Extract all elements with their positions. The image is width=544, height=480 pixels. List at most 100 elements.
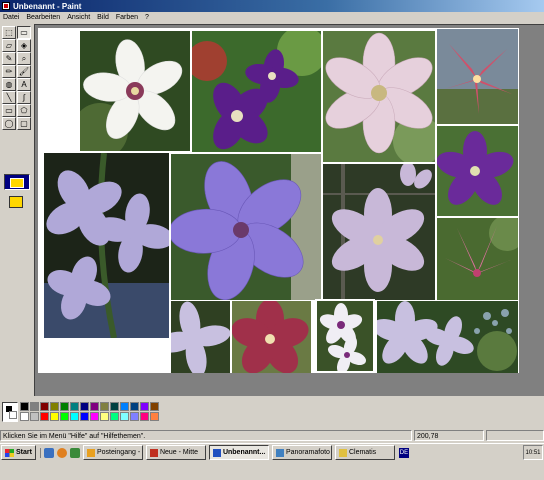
- color-swatch[interactable]: [40, 412, 49, 421]
- task-app-icon: [275, 448, 284, 457]
- task-app-icon: [149, 448, 158, 457]
- toolbox: ⬚ ▭ ▱ ◈ ✎ ⌕ ✏ 🖌 ◍ A ╲ ∫ ▭ ⬠ ◯ ▢: [0, 24, 34, 396]
- tool-pick-color-icon[interactable]: ✎: [2, 52, 16, 65]
- large-blue-clematis-image: [171, 154, 321, 300]
- photo-pale-clematis-small: [171, 301, 230, 373]
- white-clematis-image: [80, 31, 190, 151]
- color-swatch[interactable]: [140, 402, 149, 411]
- task-label: Posteingang -: [96, 449, 141, 456]
- mauve-clematis-image: [323, 164, 435, 300]
- color-swatch[interactable]: [20, 412, 29, 421]
- color-swatch[interactable]: [100, 412, 109, 421]
- color-swatch[interactable]: [30, 412, 39, 421]
- status-size-panel: [486, 430, 544, 441]
- color-swatch[interactable]: [40, 402, 49, 411]
- lavender-vine-image: [44, 153, 169, 338]
- color-swatch[interactable]: [70, 402, 79, 411]
- color-swatch[interactable]: [30, 402, 39, 411]
- language-indicator[interactable]: DE: [398, 447, 409, 458]
- color-swatch[interactable]: [150, 412, 159, 421]
- system-tray-clock[interactable]: 10:51: [523, 445, 543, 460]
- tool-text-icon[interactable]: A: [17, 78, 31, 91]
- ie-icon[interactable]: [43, 447, 54, 458]
- photo-pink-lily: [437, 29, 518, 124]
- violet-clematis-image: [437, 126, 518, 216]
- crimson-clematis-image: [232, 301, 311, 373]
- color-swatch[interactable]: [120, 412, 129, 421]
- tool-fill-icon[interactable]: ◈: [17, 39, 31, 52]
- current-colors-indicator[interactable]: [2, 402, 18, 422]
- color-swatch[interactable]: [100, 402, 109, 411]
- menu-colors[interactable]: Farben: [116, 14, 138, 21]
- tool-polygon-icon[interactable]: ⬠: [17, 104, 31, 117]
- color-swatch[interactable]: [50, 412, 59, 421]
- color-swatch[interactable]: [110, 402, 119, 411]
- color-swatch[interactable]: [60, 412, 69, 421]
- task-label: Panoramafoto: [285, 449, 330, 456]
- tool-eraser-icon[interactable]: ▱: [2, 39, 16, 52]
- color-swatch[interactable]: [80, 412, 89, 421]
- taskbar-button[interactable]: Clematis: [334, 445, 395, 460]
- background-color: [9, 411, 17, 419]
- tool-options-selected[interactable]: [4, 174, 30, 190]
- firefox-icon[interactable]: [56, 447, 67, 458]
- color-swatch[interactable]: [120, 402, 129, 411]
- color-swatch[interactable]: [90, 402, 99, 411]
- photo-mauve-clematis-fence: [323, 164, 435, 300]
- tool-free-select-icon[interactable]: ⬚: [2, 26, 16, 39]
- tool-line-icon[interactable]: ╲: [2, 91, 16, 104]
- tool-ellipse-icon[interactable]: ◯: [2, 117, 16, 130]
- photo-large-blue-clematis: [171, 154, 321, 300]
- menu-view[interactable]: Ansicht: [67, 14, 90, 21]
- tool-select-icon[interactable]: ▭: [17, 26, 31, 39]
- windows-logo-icon: [5, 448, 14, 457]
- color-swatch[interactable]: [140, 412, 149, 421]
- menu-help[interactable]: ?: [145, 14, 149, 21]
- taskbar-button[interactable]: Neue - Mitte: [145, 445, 206, 460]
- color-swatch[interactable]: [130, 402, 139, 411]
- color-swatch[interactable]: [80, 402, 89, 411]
- pale-pink-clematis-image: [323, 31, 435, 162]
- photo-purple-clematis: [192, 31, 321, 152]
- menu-file[interactable]: Datei: [3, 14, 19, 21]
- tool-rectangle-icon[interactable]: ▭: [2, 104, 16, 117]
- color-swatch[interactable]: [110, 412, 119, 421]
- color-swatch[interactable]: [70, 412, 79, 421]
- tool-options-transparent[interactable]: [4, 194, 30, 210]
- color-swatch[interactable]: [130, 412, 139, 421]
- tool-brush-icon[interactable]: 🖌: [17, 65, 31, 78]
- window-title: Unbenannt - Paint: [13, 1, 82, 11]
- drawing-canvas[interactable]: [38, 28, 519, 373]
- menu-edit[interactable]: Bearbeiten: [26, 14, 60, 21]
- tool-pencil-icon[interactable]: ✏: [2, 65, 16, 78]
- color-swatch[interactable]: [20, 402, 29, 411]
- lilac-clematis-garden-image: [377, 301, 518, 373]
- taskbar-button[interactable]: Panoramafoto: [271, 445, 332, 460]
- task-buttons: Posteingang - Neue - Mitte Unbenannt... Pan…: [80, 445, 395, 460]
- tool-airbrush-icon[interactable]: ◍: [2, 78, 16, 91]
- tool-curve-icon[interactable]: ∫: [17, 91, 31, 104]
- paint-app-icon: [2, 2, 10, 10]
- white-purple-clematis-pair-image: [317, 301, 373, 371]
- menu-image[interactable]: Bild: [97, 14, 109, 21]
- start-label: Start: [16, 449, 32, 456]
- color-swatch[interactable]: [90, 412, 99, 421]
- color-swatches: [20, 402, 159, 421]
- taskbar-button[interactable]: Unbenannt...: [208, 445, 269, 460]
- title-bar: Unbenannt - Paint: [0, 0, 544, 12]
- color-swatch[interactable]: [50, 402, 59, 411]
- photo-lilac-clematis-garden: [377, 301, 518, 373]
- task-app-icon: [212, 448, 221, 457]
- taskbar: Start Posteingang - Neue - Mitte Unbenannt…: [0, 443, 544, 461]
- task-app-icon: [338, 448, 347, 457]
- canvas-scroll-area[interactable]: [34, 24, 544, 396]
- desktop-icon[interactable]: [69, 447, 80, 458]
- pale-clematis-small-image: [171, 301, 230, 373]
- color-swatch[interactable]: [60, 402, 69, 411]
- taskbar-button[interactable]: Posteingang -: [82, 445, 143, 460]
- color-swatch[interactable]: [150, 402, 159, 411]
- status-coordinates: 200,78: [414, 430, 484, 441]
- tool-magnifier-icon[interactable]: ⌕: [17, 52, 31, 65]
- tool-rounded-rect-icon[interactable]: ▢: [17, 117, 31, 130]
- start-button[interactable]: Start: [1, 445, 36, 460]
